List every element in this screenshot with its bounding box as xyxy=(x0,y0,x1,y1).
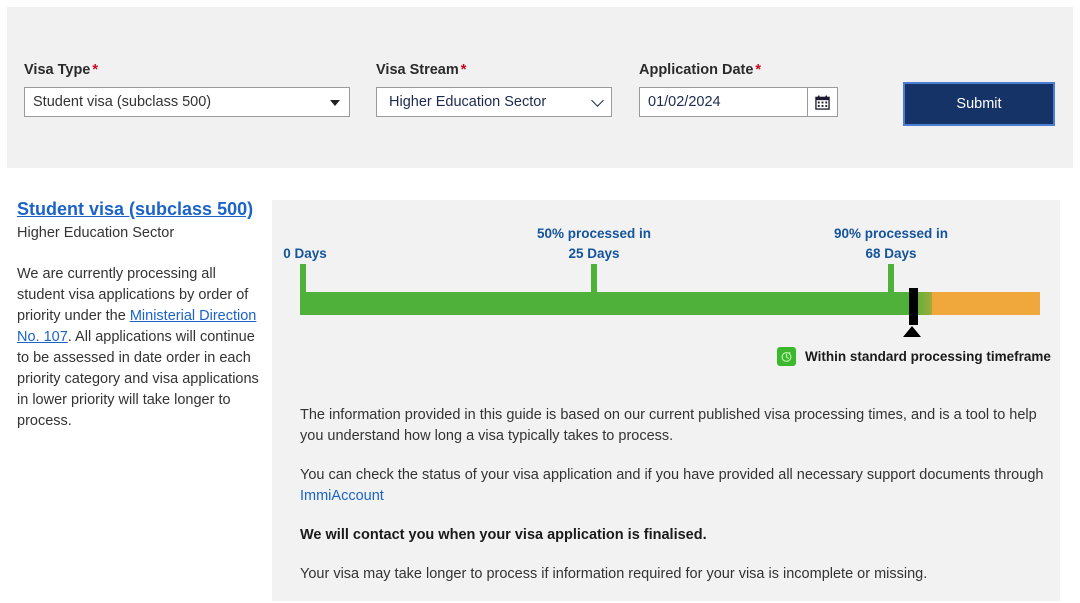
filter-form-band: Visa Type * Student visa (subclass 500) V… xyxy=(7,7,1073,168)
timeline-label-p90: 90% processed in 68 Days xyxy=(801,224,981,264)
visa-type-value: Student visa (subclass 500) xyxy=(33,94,212,111)
visa-stream-select[interactable]: Higher Education Sector xyxy=(376,87,612,118)
chevron-down-icon xyxy=(330,100,340,107)
timeline-label-p50-line2: 25 Days xyxy=(568,246,620,261)
visa-info-sidebar: Student visa (subclass 500) Higher Educa… xyxy=(17,198,262,432)
timeline-tick-p50 xyxy=(591,264,597,294)
timeline-tick-start xyxy=(300,264,306,294)
visa-title-link[interactable]: Student visa (subclass 500) xyxy=(17,198,253,221)
calendar-picker-button[interactable] xyxy=(807,87,838,118)
clock-icon xyxy=(777,347,796,366)
visa-stream-label-text: Visa Stream xyxy=(376,62,459,78)
timeline-legend: Within standard processing timeframe xyxy=(777,347,1051,366)
timeline-label-start: 0 Days xyxy=(250,244,360,264)
required-asterisk: * xyxy=(92,62,99,78)
visa-type-select[interactable]: Student visa (subclass 500) xyxy=(24,87,350,118)
visa-stream-subtitle: Higher Education Sector xyxy=(17,225,175,242)
application-date-label: Application Date * xyxy=(639,62,844,79)
panel-paragraph-contact-notice: We will contact you when your visa appli… xyxy=(300,527,707,543)
timeline-label-p50-line1: 50% processed in xyxy=(536,226,652,241)
timeline-segment-within-timeframe xyxy=(300,292,950,315)
visa-stream-label: Visa Stream * xyxy=(376,62,618,79)
calendar-icon xyxy=(815,95,830,110)
required-asterisk: * xyxy=(460,62,467,78)
timeline-label-start-line1: 0 Days xyxy=(283,246,327,261)
processing-times-panel: 0 Days 50% processed in 25 Days 90% proc… xyxy=(272,200,1060,601)
current-application-marker-pointer xyxy=(903,326,921,337)
priority-processing-paragraph: We are currently processing all student … xyxy=(17,264,262,432)
application-date-label-text: Application Date xyxy=(639,62,754,78)
panel-paragraph-guide-info: The information provided in this guide i… xyxy=(300,407,1037,444)
application-date-input[interactable]: 01/02/2024 xyxy=(639,87,807,118)
check-status-part1: You can check the status of your visa ap… xyxy=(300,467,1044,483)
visa-type-label-text: Visa Type xyxy=(24,62,91,78)
immiaccount-link[interactable]: ImmiAccount xyxy=(300,488,384,504)
visa-stream-value: Higher Education Sector xyxy=(389,94,547,111)
processing-timeline-chart: 0 Days 50% processed in 25 Days 90% proc… xyxy=(272,200,1060,390)
panel-paragraph-delay-notice: Your visa may take longer to process if … xyxy=(300,566,928,582)
panel-paragraph-check-status: You can check the status of your visa ap… xyxy=(300,465,1045,507)
timeline-legend-label: Within standard processing timeframe xyxy=(805,349,1051,364)
visa-type-field: Visa Type * Student visa (subclass 500) xyxy=(24,62,356,118)
timeline-label-p90-line2: 68 Days xyxy=(865,246,917,261)
application-date-field: Application Date * 01/02/2024 xyxy=(639,62,844,118)
timeline-segment-beyond-timeframe xyxy=(932,292,1040,315)
timeline-label-p90-line1: 90% processed in xyxy=(833,226,949,241)
timeline-tick-p90 xyxy=(888,264,894,294)
submit-button[interactable]: Submit xyxy=(903,82,1055,126)
required-asterisk: * xyxy=(755,62,762,78)
application-date-value: 01/02/2024 xyxy=(648,94,721,111)
visa-stream-field: Visa Stream * Higher Education Sector xyxy=(376,62,618,118)
visa-type-label: Visa Type * xyxy=(24,62,356,79)
chevron-down-icon xyxy=(591,94,604,108)
timeline-label-p50: 50% processed in 25 Days xyxy=(504,224,684,264)
application-date-input-group: 01/02/2024 xyxy=(639,87,838,118)
panel-body-text: The information provided in this guide i… xyxy=(300,405,1045,603)
current-application-marker xyxy=(909,288,918,325)
clock-icon-glyph xyxy=(781,351,792,362)
